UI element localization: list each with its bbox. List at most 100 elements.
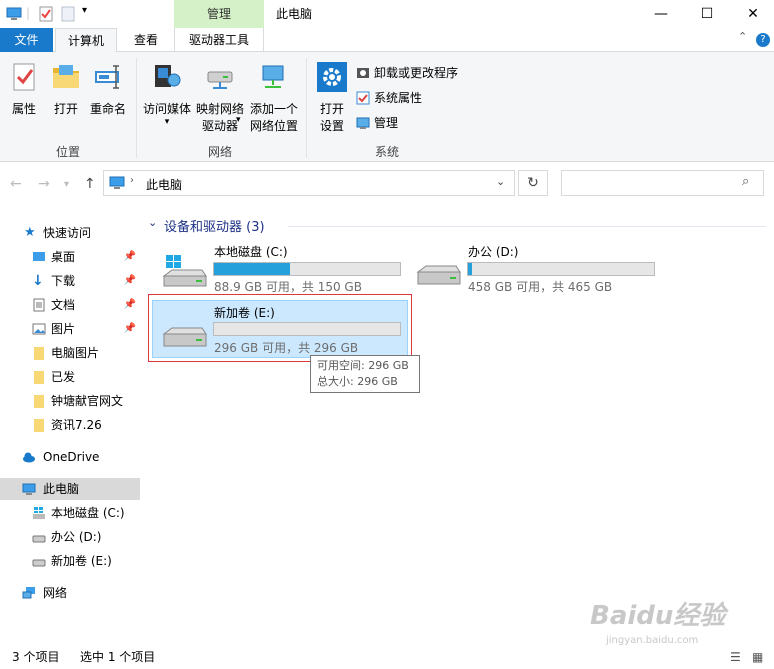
open-folder-icon <box>53 65 79 88</box>
nav-item-network[interactable]: 网络 <box>0 582 140 604</box>
drive-icon <box>32 535 46 543</box>
customize-quick-access-icon[interactable]: ▾ <box>82 5 87 16</box>
nav-label: 新加卷 (E:) <box>51 554 112 568</box>
network-location-icon <box>262 65 284 88</box>
usage-fill <box>468 263 472 275</box>
nav-item-folder[interactable]: 电脑图片 <box>0 342 140 364</box>
pin-icon: 📌 <box>123 275 136 286</box>
nav-item-onedrive[interactable]: OneDrive <box>0 446 140 468</box>
details-view-icon[interactable]: ☰ <box>730 646 741 669</box>
usage-fill <box>214 263 291 275</box>
rename-icon <box>95 65 119 89</box>
separator: | <box>26 6 31 20</box>
up-arrow-icon[interactable]: ↑ <box>84 176 96 192</box>
breadcrumb[interactable]: 此电脑 <box>146 176 182 193</box>
recent-locations-icon[interactable]: ▾ <box>64 179 69 190</box>
address-bar[interactable]: › 此电脑 ⌄ <box>103 170 515 196</box>
back-arrow-icon[interactable]: ← <box>10 176 22 192</box>
refresh-button[interactable]: ↻ <box>518 170 548 196</box>
nav-item-desktop[interactable]: 桌面 📌 <box>0 246 140 268</box>
open-button[interactable]: 打开 <box>48 62 84 118</box>
maximize-button[interactable]: ☐ <box>684 0 730 28</box>
open-settings-label-2: 设置 <box>319 119 344 133</box>
collapse-group-icon[interactable]: ⌄ <box>148 216 157 229</box>
uninstall-button[interactable]: 卸载或更改程序 <box>356 64 458 81</box>
minimize-button[interactable]: — <box>638 0 684 28</box>
picture-icon <box>32 323 46 335</box>
help-icon[interactable]: ? <box>756 33 770 47</box>
uninstall-icon <box>357 67 369 78</box>
nav-label: 快速访问 <box>43 226 92 240</box>
search-box[interactable]: ⌕ <box>561 170 764 196</box>
nav-item-documents[interactable]: 文档 📌 <box>0 294 140 316</box>
rename-button[interactable]: 重命名 <box>88 62 128 118</box>
breadcrumb-chevron-icon[interactable]: › <box>130 175 134 186</box>
group-header[interactable]: 设备和驱动器 (3) <box>164 216 265 235</box>
access-media-label: 访问媒体 <box>142 102 191 116</box>
nav-label: 资讯7.26 <box>51 418 102 432</box>
nav-item-folder[interactable]: 钟塘献官网文 <box>0 390 140 412</box>
search-input[interactable] <box>566 174 736 192</box>
ribbon: 属性 打开 重命名 位置 访问媒体 ▾ 映射网络 驱动器 ▾ 添加一个 网络位置… <box>0 52 774 162</box>
context-tab-manage[interactable]: 管理 <box>174 0 264 28</box>
nav-label: 此电脑 <box>43 482 80 496</box>
new-folder-quick-icon[interactable] <box>60 6 76 22</box>
map-drive-icon <box>207 71 233 89</box>
nav-label: 下载 <box>51 274 76 288</box>
computer-icon <box>6 7 22 20</box>
open-settings-label-1: 打开 <box>319 102 344 116</box>
item-count: 3 个项目 <box>12 650 60 664</box>
tab-computer[interactable]: 计算机 <box>55 28 117 53</box>
nav-label: OneDrive <box>43 450 100 464</box>
nav-item-this-pc[interactable]: 此电脑 <box>0 478 140 500</box>
collapse-ribbon-icon[interactable]: ⌃ <box>738 30 747 43</box>
nav-item-pictures[interactable]: 图片 📌 <box>0 318 140 340</box>
group-label-network: 网络 <box>207 145 232 159</box>
folder-icon <box>34 371 44 384</box>
nav-item-drive-d[interactable]: 办公 (D:) <box>0 526 140 548</box>
nav-item-drive-c[interactable]: 本地磁盘 (C:) <box>0 502 140 524</box>
group-label-location: 位置 <box>55 145 80 159</box>
tab-file[interactable]: 文件 <box>0 28 53 52</box>
tooltip-line: 总大小: 296 GB <box>317 375 398 388</box>
drive-name: 本地磁盘 (C:) <box>214 245 288 259</box>
windows-drive-icon <box>162 255 207 287</box>
watermark-logo: Baidu经验 <box>590 601 726 631</box>
properties-quick-icon[interactable] <box>38 6 54 22</box>
highlight-box <box>148 294 412 362</box>
nav-item-folder[interactable]: 资讯7.26 <box>0 414 140 436</box>
large-icons-view-icon[interactable]: ▦ <box>752 646 763 669</box>
nav-item-drive-e[interactable]: 新加卷 (E:) <box>0 550 140 572</box>
address-dropdown-icon[interactable]: ⌄ <box>496 175 505 188</box>
open-settings-button[interactable]: 打开 设置 <box>314 62 350 135</box>
nav-label: 电脑图片 <box>51 346 100 360</box>
drive-free-space: 88.9 GB 可用，共 150 GB <box>214 280 362 294</box>
nav-item-downloads[interactable]: ↓ 下载 📌 <box>0 270 140 292</box>
add-network-location-button[interactable]: 添加一个 网络位置 <box>248 62 300 135</box>
close-button[interactable]: ✕ <box>730 0 774 28</box>
tab-view[interactable]: 查看 <box>121 28 171 53</box>
windows-drive-icon <box>33 507 45 519</box>
group-divider <box>288 226 766 227</box>
drive-icon <box>32 559 46 567</box>
manage-button[interactable]: 管理 <box>356 114 398 131</box>
search-icon[interactable]: ⌕ <box>742 174 749 189</box>
settings-gear-icon <box>317 62 347 92</box>
nav-label: 钟塘献官网文 <box>51 394 124 408</box>
status-bar: 3 个项目 选中 1 个项目 ☰ ▦ <box>0 646 774 669</box>
properties-label: 属性 <box>11 102 36 116</box>
tooltip-line: 可用空间: 296 GB <box>317 359 409 372</box>
selected-count: 选中 1 个项目 <box>80 650 156 664</box>
folder-icon <box>34 395 44 408</box>
nav-item-quick-access[interactable]: ★ 快速访问 <box>0 222 140 244</box>
system-properties-button[interactable]: 系统属性 <box>356 89 422 106</box>
drive-usage-bar <box>467 262 655 276</box>
nav-item-folder[interactable]: 已发 <box>0 366 140 388</box>
forward-arrow-icon[interactable]: → <box>38 176 50 192</box>
pin-icon: 📌 <box>123 323 136 334</box>
tab-drive-tools[interactable]: 驱动器工具 <box>174 28 264 53</box>
access-media-button[interactable]: 访问媒体 ▾ <box>142 62 192 127</box>
system-properties-icon <box>356 91 370 104</box>
properties-button[interactable]: 属性 <box>6 62 42 118</box>
uninstall-label: 卸载或更改程序 <box>374 66 459 80</box>
